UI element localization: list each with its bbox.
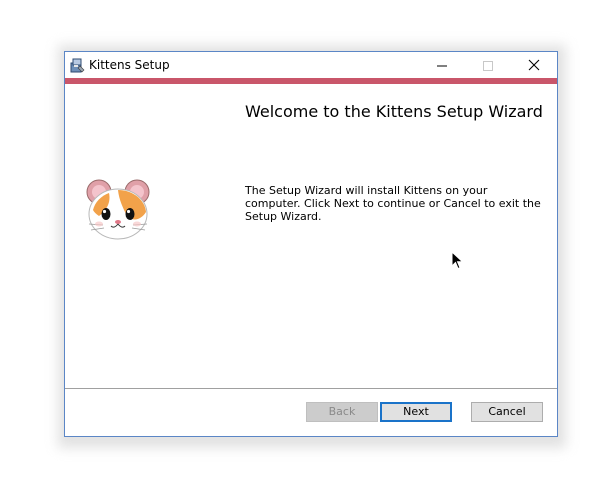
hamster-face-icon <box>85 178 151 244</box>
close-icon <box>528 56 540 75</box>
title-bar[interactable]: Kittens Setup <box>65 52 557 78</box>
minimize-icon <box>437 56 447 75</box>
wizard-content: Welcome to the Kittens Setup Wizard The … <box>65 84 557 387</box>
footer-divider <box>65 388 557 389</box>
close-button[interactable] <box>511 52 557 78</box>
setup-window: Kittens Setup Welcome to the Kittens Set… <box>64 51 558 437</box>
mouse-cursor-icon <box>451 250 465 271</box>
wizard-heading: Welcome to the Kittens Setup Wizard <box>245 102 543 121</box>
back-button[interactable]: Back <box>306 402 378 422</box>
wizard-description: The Setup Wizard will install Kittens on… <box>245 184 541 223</box>
cancel-button[interactable]: Cancel <box>471 402 543 422</box>
maximize-icon <box>483 56 493 75</box>
maximize-button[interactable] <box>465 52 511 78</box>
next-button[interactable]: Next <box>380 402 452 422</box>
window-title: Kittens Setup <box>89 58 170 72</box>
minimize-button[interactable] <box>419 52 465 78</box>
installer-app-icon <box>69 57 85 73</box>
